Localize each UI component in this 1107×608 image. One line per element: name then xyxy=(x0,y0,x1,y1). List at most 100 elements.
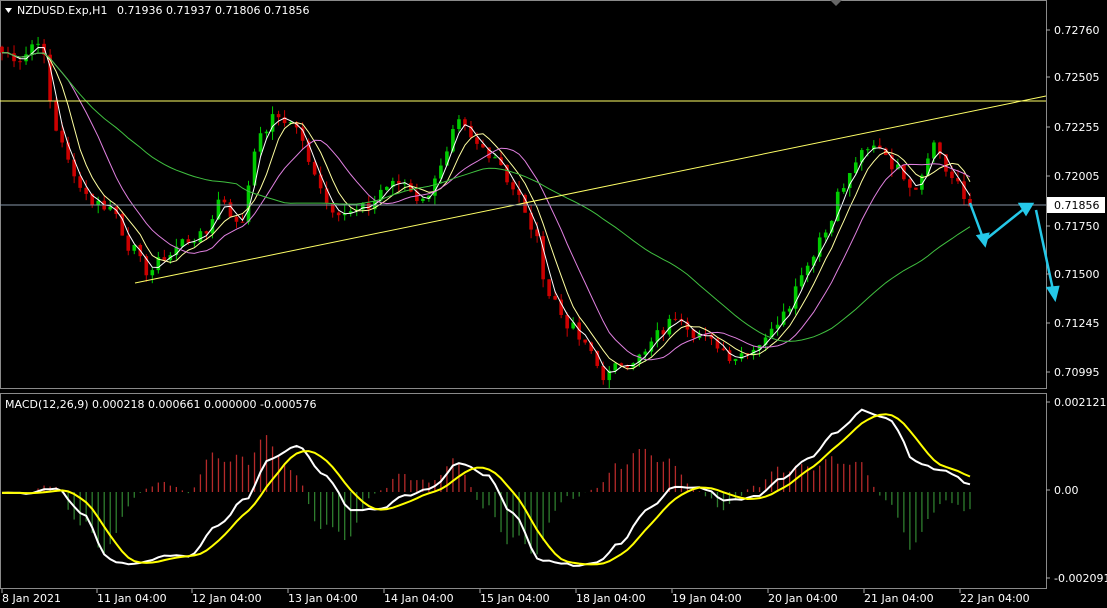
time-tick: 13 Jan 04:00 xyxy=(287,589,358,605)
time-tick: 15 Jan 04:00 xyxy=(479,589,550,605)
time-tick: 11 Jan 04:00 xyxy=(96,589,167,605)
svg-text:-0.002091: -0.002091 xyxy=(1054,572,1107,585)
candle-body xyxy=(445,151,449,166)
svg-text:18 Jan 04:00: 18 Jan 04:00 xyxy=(576,592,646,605)
trading-chart[interactable]: NZDUSD.Exp,H1 0.71936 0.71937 0.71806 0.… xyxy=(0,0,1107,608)
price-tick: 0.72005 xyxy=(1046,170,1100,183)
svg-text:0.71500: 0.71500 xyxy=(1054,268,1100,281)
svg-text:0.72255: 0.72255 xyxy=(1054,121,1100,134)
svg-text:0.70995: 0.70995 xyxy=(1054,366,1100,379)
macd-tick: 0.00 xyxy=(1046,484,1079,497)
candle-body xyxy=(835,191,840,221)
time-tick: 20 Jan 04:00 xyxy=(767,589,838,605)
candle-body xyxy=(926,158,930,176)
macd-axis: 0.002121 0.00 -0.002091 xyxy=(1046,396,1107,585)
candle-body xyxy=(198,231,203,243)
svg-text:13 Jan 04:00: 13 Jan 04:00 xyxy=(288,592,358,605)
candle-body xyxy=(950,171,954,179)
candle-body xyxy=(421,198,425,201)
candle-body xyxy=(234,216,239,222)
time-tick: 8 Jan 2021 xyxy=(1,589,61,605)
candle-body xyxy=(204,231,209,234)
time-tick: 12 Jan 04:00 xyxy=(191,589,262,605)
candle-body xyxy=(18,61,22,63)
price-tick: 0.71245 xyxy=(1046,317,1100,330)
candle-body xyxy=(613,363,618,371)
candle-body xyxy=(216,199,221,220)
ohlc-values: 0.71936 0.71937 0.71806 0.71856 xyxy=(117,4,309,17)
svg-text:20 Jan 04:00: 20 Jan 04:00 xyxy=(768,592,838,605)
macd-pane[interactable]: MACD(12,26,9) 0.000218 0.000661 0.000000… xyxy=(0,393,1047,589)
candle-body xyxy=(673,318,678,320)
candle-body xyxy=(78,176,82,188)
svg-text:14 Jan 04:00: 14 Jan 04:00 xyxy=(384,592,454,605)
svg-text:22 Jan 04:00: 22 Jan 04:00 xyxy=(960,592,1030,605)
candle-body xyxy=(601,365,606,381)
svg-text:0.71245: 0.71245 xyxy=(1054,317,1100,330)
svg-text:0.72005: 0.72005 xyxy=(1054,170,1100,183)
arrow-down-2-head xyxy=(1045,285,1060,303)
symbol-label: NZDUSD.Exp,H1 xyxy=(17,4,107,17)
time-tick: 18 Jan 04:00 xyxy=(575,589,646,605)
candle-body xyxy=(240,221,245,223)
candle-body xyxy=(932,142,936,159)
candle-body xyxy=(276,114,281,118)
candle-body xyxy=(150,270,155,276)
price-tick: 0.70995 xyxy=(1046,366,1100,379)
candle-body xyxy=(336,212,341,216)
svg-text:0.72505: 0.72505 xyxy=(1054,71,1100,84)
macd-label: MACD(12,26,9) 0.000218 0.000661 0.000000… xyxy=(5,398,316,411)
svg-text:0.71750: 0.71750 xyxy=(1054,220,1100,233)
candle-body xyxy=(162,257,167,261)
current-price-label: 0.71856 xyxy=(1054,199,1100,212)
svg-text:0.00: 0.00 xyxy=(1054,484,1079,497)
candle-body xyxy=(60,130,64,143)
time-axis: 8 Jan 2021 11 Jan 04:00 12 Jan 04:00 13 … xyxy=(1,589,1030,605)
price-axis: 0.72760 0.72505 0.72255 0.72005 0.71750 … xyxy=(1046,24,1105,379)
candle-body xyxy=(511,182,515,190)
candle-body xyxy=(583,339,588,343)
time-tick: 14 Jan 04:00 xyxy=(383,589,454,605)
candle-body xyxy=(475,137,479,144)
candle-body xyxy=(547,279,551,297)
svg-text:15 Jan 04:00: 15 Jan 04:00 xyxy=(480,592,550,605)
price-pane-border xyxy=(0,0,1047,389)
candle-body xyxy=(384,186,389,190)
candle-body xyxy=(126,235,131,251)
candle-body xyxy=(553,296,557,300)
candle-body xyxy=(0,46,4,53)
price-tick: 0.72505 xyxy=(1046,71,1100,84)
candle-body xyxy=(180,239,185,247)
svg-text:12 Jan 04:00: 12 Jan 04:00 xyxy=(192,592,262,605)
candle-body xyxy=(12,53,16,62)
candle-body xyxy=(565,314,569,329)
candle-body xyxy=(908,179,912,188)
candle-body xyxy=(36,43,40,45)
svg-text:0.002121: 0.002121 xyxy=(1054,396,1107,409)
price-pane[interactable]: NZDUSD.Exp,H1 0.71936 0.71937 0.71806 0.… xyxy=(0,0,1060,389)
candle-body xyxy=(264,131,269,134)
candle-body xyxy=(799,275,804,287)
macd-pane-border xyxy=(0,393,1047,589)
svg-text:0.72760: 0.72760 xyxy=(1054,24,1100,37)
candle-body xyxy=(457,119,461,129)
candle-body xyxy=(258,133,263,152)
svg-text:21 Jan 04:00: 21 Jan 04:00 xyxy=(864,592,934,605)
macd-tick: 0.002121 xyxy=(1046,396,1107,409)
price-tick: 0.71500 xyxy=(1046,268,1100,281)
price-tick: 0.72760 xyxy=(1046,24,1100,37)
price-tick: 0.72255 xyxy=(1046,121,1100,134)
candle-body xyxy=(914,187,918,190)
time-tick: 21 Jan 04:00 xyxy=(863,589,934,605)
svg-text:19 Jan 04:00: 19 Jan 04:00 xyxy=(672,592,742,605)
price-tick: 0.71750 xyxy=(1046,220,1100,233)
svg-text:8 Jan 2021: 8 Jan 2021 xyxy=(2,592,61,605)
time-tick: 19 Jan 04:00 xyxy=(671,589,742,605)
candle-body xyxy=(493,157,497,159)
time-tick: 22 Jan 04:00 xyxy=(959,589,1030,605)
candle-body xyxy=(192,242,197,244)
candle-body xyxy=(54,101,58,131)
candle-body xyxy=(865,149,870,151)
candle-body xyxy=(222,199,227,203)
macd-tick: -0.002091 xyxy=(1046,572,1107,585)
